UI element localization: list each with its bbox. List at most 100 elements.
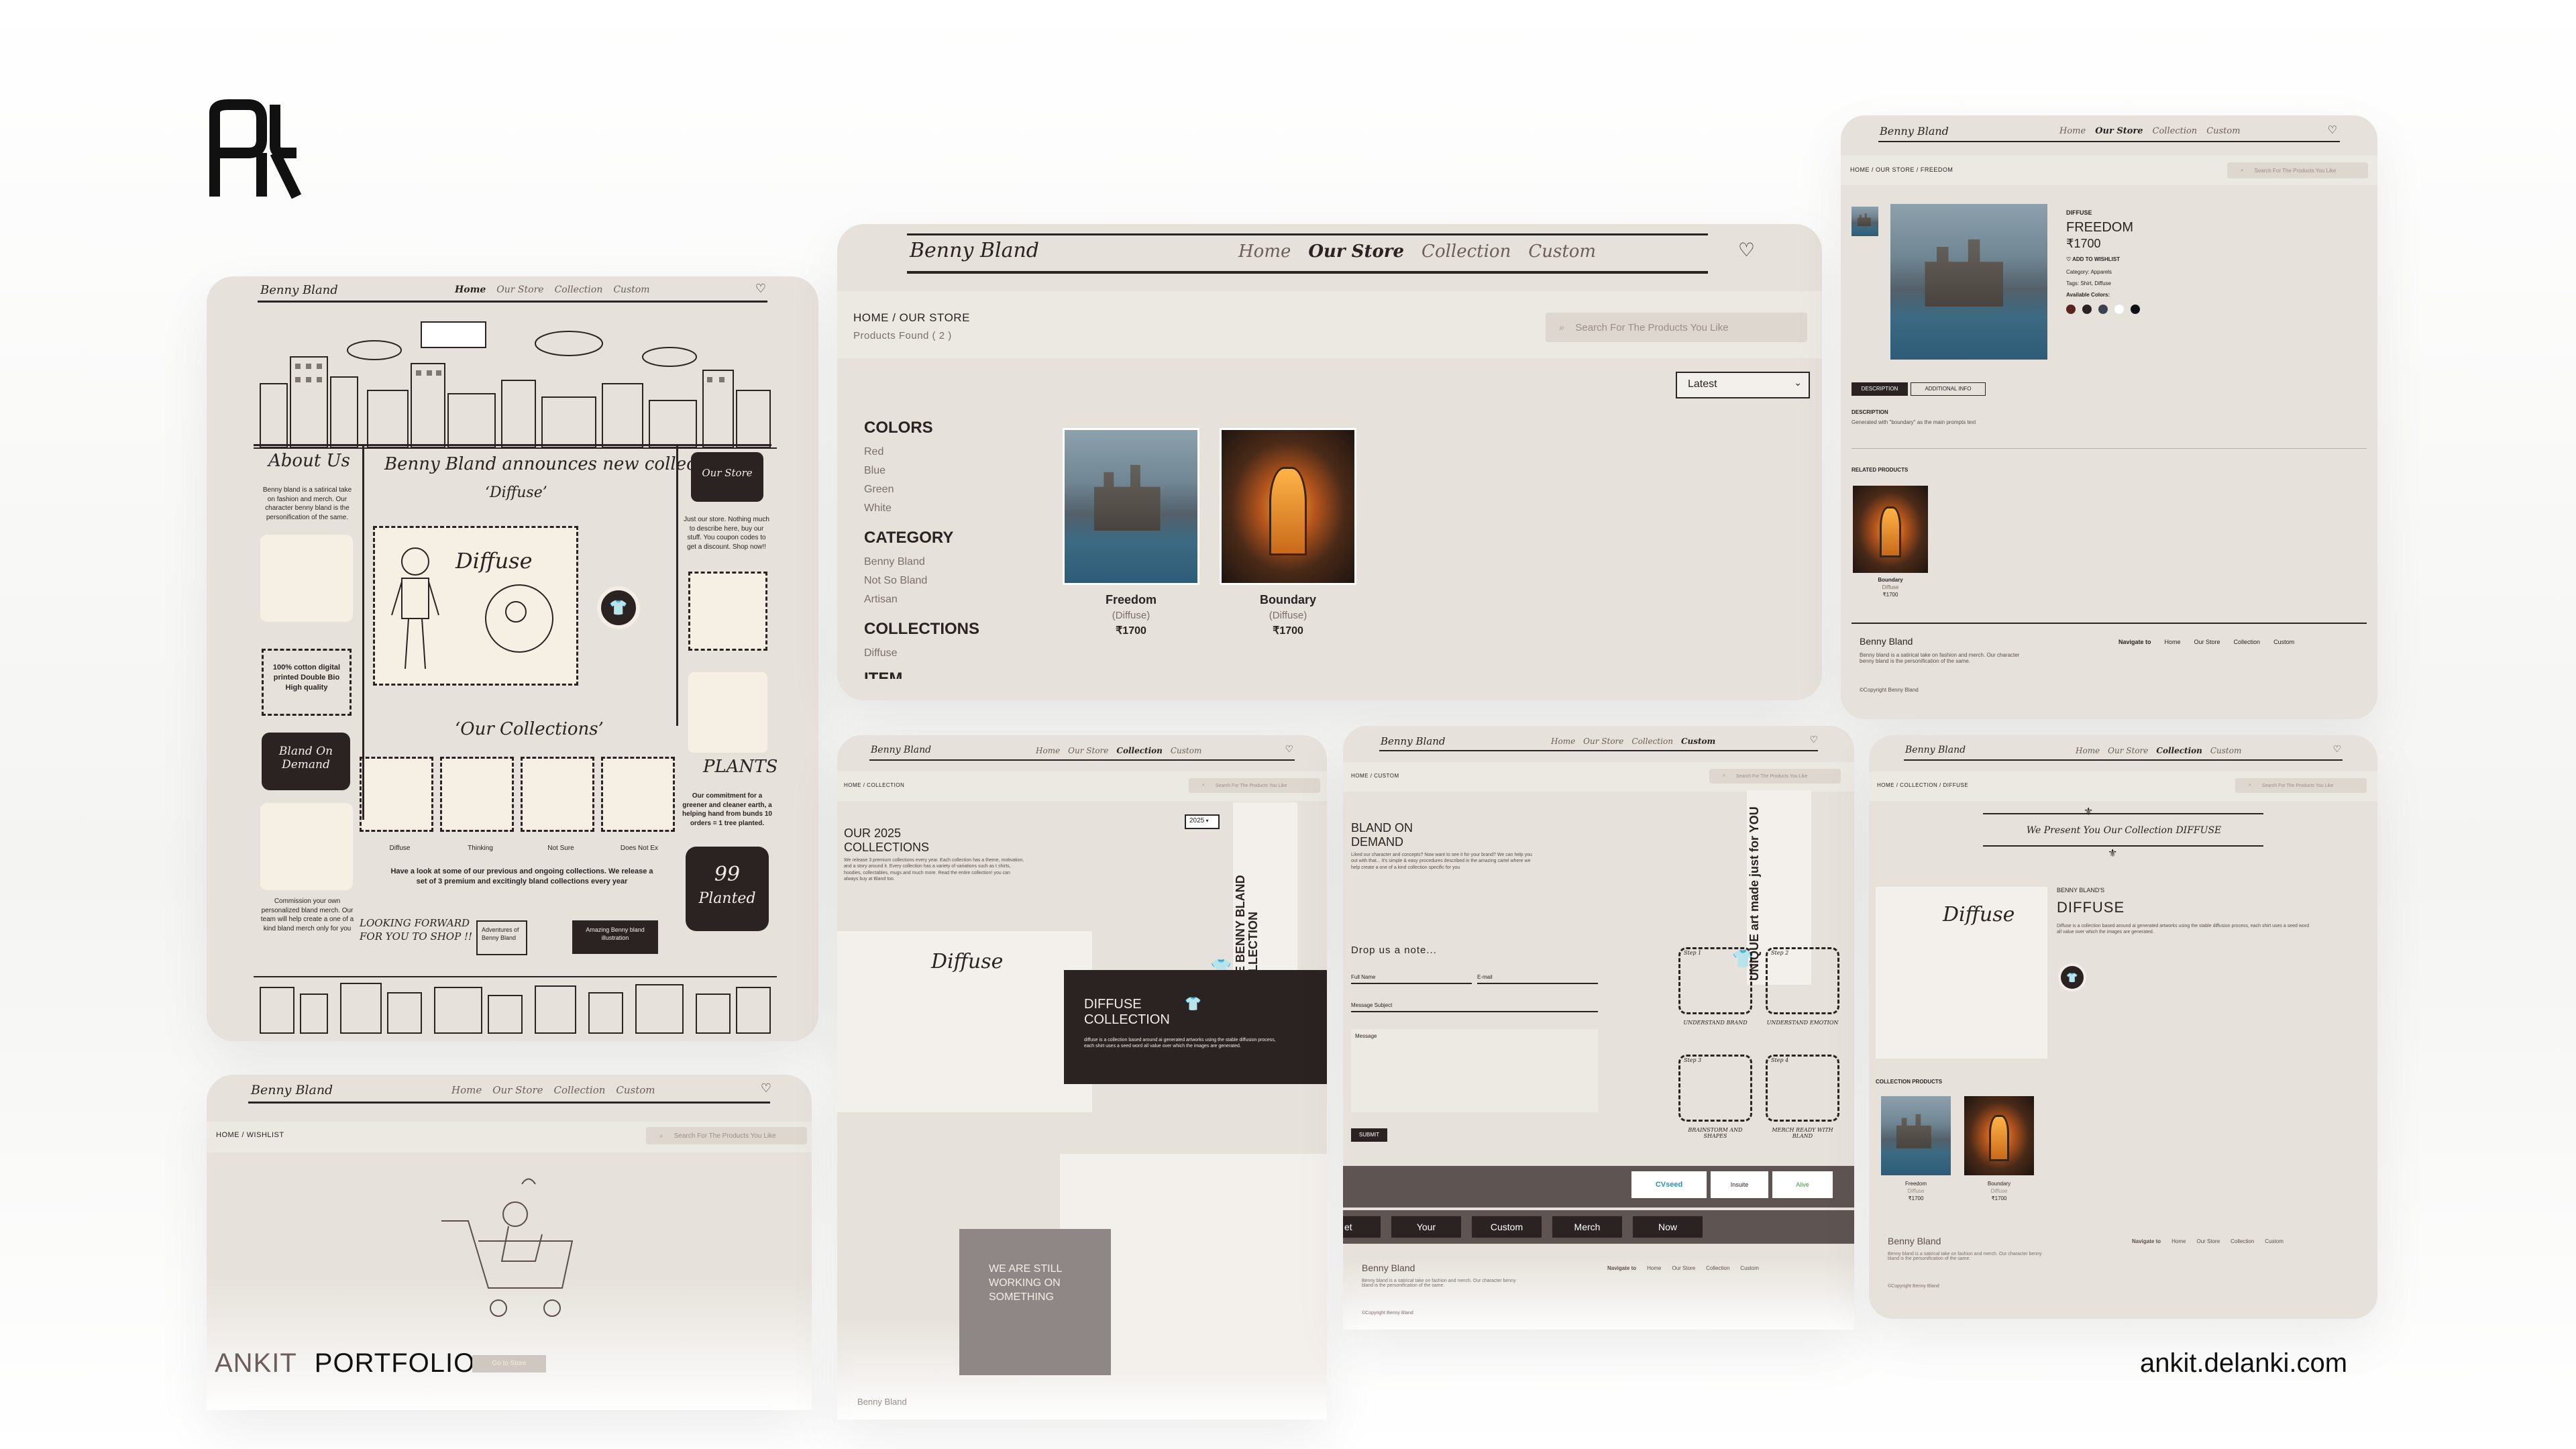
nav-home[interactable]: Home <box>1551 737 1575 746</box>
nav-brand[interactable]: Benny Bland <box>251 1083 333 1097</box>
color-swatch[interactable] <box>2114 305 2124 314</box>
go-to-store-button[interactable]: Go to Store <box>472 1355 546 1373</box>
product-name[interactable]: Freedom <box>1881 1181 1951 1188</box>
nav-home[interactable]: Home <box>451 1084 482 1096</box>
nav-collection[interactable]: Collection <box>1116 746 1162 755</box>
nav-home[interactable]: Home <box>2076 746 2100 755</box>
tshirt-icon-badge[interactable]: 👕 <box>597 586 640 629</box>
nav-custom[interactable]: Custom <box>2210 746 2242 755</box>
collection-thumb-diffuse[interactable] <box>360 757 433 832</box>
message-field[interactable]: Message <box>1351 1029 1598 1112</box>
year-select[interactable]: 2025 ▾ <box>1185 814 1220 829</box>
nav-brand[interactable]: Benny Bland <box>260 283 338 297</box>
nav-store[interactable]: Our Store <box>2108 746 2148 755</box>
submit-button[interactable]: SUBMIT <box>1351 1128 1387 1142</box>
search-input[interactable]: ⌕ Search For The Products You Like <box>2235 778 2367 793</box>
color-swatch[interactable] <box>2098 305 2108 314</box>
collection-thumb-thinking[interactable] <box>440 757 514 832</box>
nav-store[interactable]: Our Store <box>496 284 543 295</box>
footer-link-custom[interactable]: Custom <box>2265 1238 2284 1244</box>
footer-link-custom[interactable]: Custom <box>2273 639 2294 645</box>
filter-collection-diffuse[interactable]: Diffuse <box>864 644 998 663</box>
product-name[interactable]: Boundary <box>1964 1181 2034 1188</box>
bland-on-demand-button[interactable]: Bland On Demand <box>262 733 350 790</box>
nav-brand[interactable]: Benny Bland <box>1905 745 1966 755</box>
website-url[interactable]: ankit.delanki.com <box>2140 1348 2347 1379</box>
wishlist-heart-icon[interactable]: ♡ <box>761 1081 771 1095</box>
footer-link-collection[interactable]: Collection <box>2234 639 2261 645</box>
nav-custom[interactable]: Custom <box>616 1084 655 1096</box>
wishlist-heart-icon[interactable]: ♡ <box>2332 743 2341 755</box>
collection-thumb-does-not-ex[interactable] <box>601 757 675 832</box>
diffuse-collection-panel[interactable]: DIFFUSE COLLECTION 👕 diffuse is a collec… <box>1064 970 1327 1084</box>
nav-custom[interactable]: Custom <box>1528 241 1596 262</box>
nav-brand[interactable]: Benny Bland <box>1880 125 1949 138</box>
nav-collection[interactable]: Collection <box>2156 746 2202 755</box>
nav-brand[interactable]: Benny Bland <box>871 745 931 755</box>
collection-thumb-not-sure[interactable] <box>521 757 594 832</box>
related-product-image[interactable] <box>1853 486 1928 573</box>
nav-collection[interactable]: Collection <box>1631 737 1673 746</box>
nav-store[interactable]: Our Store <box>1308 241 1404 262</box>
footer-link-collection[interactable]: Collection <box>2231 1238 2254 1244</box>
footer-link-store[interactable]: Our Store <box>1672 1265 1695 1271</box>
nav-custom[interactable]: Custom <box>2206 126 2240 136</box>
adventures-box[interactable]: Adventures of Benny Bland <box>476 920 527 955</box>
filter-category-not-so-bland[interactable]: Not So Bland <box>864 572 998 590</box>
filter-color-white[interactable]: White <box>864 499 998 518</box>
product-image-boundary[interactable] <box>1220 428 1356 585</box>
tab-description[interactable]: DESCRIPTION <box>1851 382 1908 396</box>
nav-brand[interactable]: Benny Bland <box>1381 735 1446 747</box>
nav-home[interactable]: Home <box>1238 241 1291 262</box>
related-product-name[interactable]: Boundary <box>1853 577 1928 584</box>
search-input[interactable]: ⌕ Search For The Products You Like <box>1709 769 1841 784</box>
footer-link-collection[interactable]: Collection <box>1706 1265 1729 1271</box>
filter-category-artisan[interactable]: Artisan <box>864 590 998 609</box>
filter-category-benny-bland[interactable]: Benny Bland <box>864 553 998 572</box>
filter-color-red[interactable]: Red <box>864 443 998 462</box>
wishlist-heart-icon[interactable]: ♡ <box>1809 734 1818 745</box>
nav-brand[interactable]: Benny Bland <box>910 239 1039 262</box>
nav-home[interactable]: Home <box>2059 126 2086 136</box>
nav-custom[interactable]: Custom <box>1171 746 1202 755</box>
collection-product-image-freedom[interactable] <box>1881 1096 1951 1175</box>
search-input[interactable]: ⌕ Search For The Products You Like <box>1189 778 1320 793</box>
sort-select[interactable]: Latest ⌄ <box>1676 372 1810 398</box>
nav-collection[interactable]: Collection <box>555 284 603 295</box>
wishlist-heart-icon[interactable]: ♡ <box>2328 123 2337 137</box>
color-swatch[interactable] <box>2066 305 2076 314</box>
nav-collection[interactable]: Collection <box>1421 241 1511 262</box>
footer-link-home[interactable]: Home <box>2171 1238 2186 1244</box>
amazing-illustration-button[interactable]: Amazing Benny bland illustration <box>572 920 658 954</box>
footer-link-home[interactable]: Home <box>1647 1265 1661 1271</box>
color-swatch[interactable] <box>2082 305 2092 314</box>
nav-custom[interactable]: Custom <box>1681 737 1715 746</box>
search-input[interactable]: ⌕ Search For The Products You Like <box>1546 313 1807 342</box>
subject-field[interactable]: Message Subject <box>1351 1002 1598 1012</box>
color-swatch[interactable] <box>2131 305 2140 314</box>
nav-custom[interactable]: Custom <box>613 284 649 295</box>
footer-link-store[interactable]: Our Store <box>2194 639 2220 645</box>
nav-collection[interactable]: Collection <box>2153 126 2198 136</box>
nav-store[interactable]: Our Store <box>492 1084 543 1096</box>
email-field[interactable]: E-mail <box>1477 974 1598 984</box>
add-to-wishlist-link[interactable]: ♡ ADD TO WISHLIST <box>2066 256 2334 262</box>
search-input[interactable]: ⌕ Search For The Products You Like <box>2227 162 2368 178</box>
search-input[interactable]: ⌕ Search For The Products You Like <box>646 1127 807 1144</box>
footer-link-store[interactable]: Our Store <box>2196 1238 2220 1244</box>
wishlist-heart-icon[interactable]: ♡ <box>1738 239 1755 261</box>
product-image-freedom[interactable] <box>1063 428 1199 585</box>
footer-link-custom[interactable]: Custom <box>1740 1265 1759 1271</box>
full-name-field[interactable]: Full Name <box>1351 974 1472 984</box>
footer-link-home[interactable]: Home <box>2165 639 2181 645</box>
wishlist-heart-icon[interactable]: ♡ <box>755 282 766 296</box>
diffuse-feature-box[interactable]: Diffuse <box>373 526 578 686</box>
tab-additional-info[interactable]: ADDITIONAL INFO <box>1911 382 1986 396</box>
our-store-button[interactable]: Our Store <box>691 452 763 502</box>
tshirt-icon-badge[interactable]: 👕 <box>2058 963 2086 991</box>
filter-color-blue[interactable]: Blue <box>864 462 998 480</box>
nav-collection[interactable]: Collection <box>554 1084 606 1096</box>
filter-color-green[interactable]: Green <box>864 480 998 499</box>
nav-store[interactable]: Our Store <box>1068 746 1108 755</box>
product-name[interactable]: Freedom <box>1063 593 1199 607</box>
